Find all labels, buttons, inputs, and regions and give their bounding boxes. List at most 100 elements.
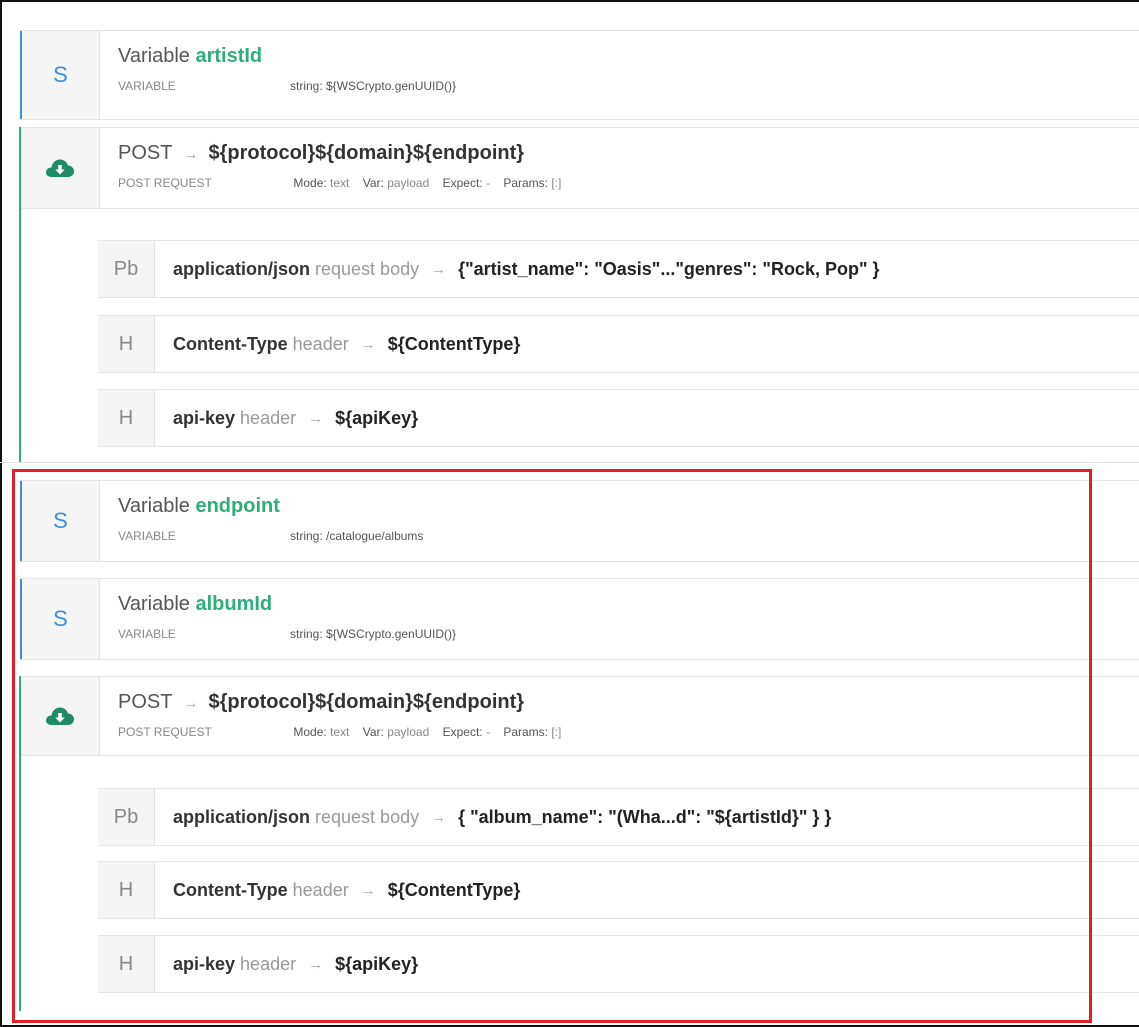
params-label: Params: xyxy=(503,725,548,739)
request-body-value: { "album_name": "(Wha...d": "${artistId}… xyxy=(458,806,832,827)
variable-badge: S xyxy=(20,31,100,119)
http-method: POST xyxy=(118,691,173,713)
variable-step-albumid[interactable]: S Variable albumId VARIABLE string: ${WSC… xyxy=(20,578,1139,660)
request-body-row[interactable]: Pb application/json request body → { "album… xyxy=(98,788,1139,846)
step-meta: POST REQUEST Mode: text Var: payload Exp… xyxy=(118,725,1139,739)
header-key: api-key xyxy=(173,953,236,974)
request-body-badge: Pb xyxy=(98,241,155,297)
child-type: request body xyxy=(315,806,420,827)
variable-value: string: /catalogue/albums xyxy=(290,529,424,543)
header-value: ${ContentType} xyxy=(387,333,521,354)
mode-label: Mode: xyxy=(293,176,327,190)
mode-label: Mode: xyxy=(293,725,327,739)
header-badge: H xyxy=(98,390,155,446)
variable-badge-letter: S xyxy=(53,62,68,87)
header-value: ${ContentType} xyxy=(387,879,521,900)
header-row-api-key[interactable]: H api-key header → ${apiKey} xyxy=(98,935,1139,993)
arrow-icon: → xyxy=(182,695,199,712)
arrow-icon: → xyxy=(182,146,199,163)
variable-step-artistid[interactable]: S Variable artistId VARIABLE string: ${WS… xyxy=(20,30,1139,120)
step-kind: VARIABLE xyxy=(118,529,176,543)
params-value: [:] xyxy=(551,725,562,739)
arrow-icon: → xyxy=(308,409,324,427)
expect-value: - xyxy=(485,176,490,190)
step-meta: VARIABLE string: /catalogue/albums xyxy=(118,529,1139,543)
post-badge xyxy=(20,128,100,208)
header-text: api-key header → ${apiKey} xyxy=(173,936,418,992)
child-type: header xyxy=(240,407,297,428)
header-row-content-type[interactable]: H Content-Type header → ${ContentType} xyxy=(98,315,1139,373)
var-label: Var: xyxy=(362,176,384,190)
var-label: Var: xyxy=(362,725,384,739)
post-step-accent xyxy=(19,676,21,1011)
var-value: payload xyxy=(387,176,430,190)
step-title: Variable albumId xyxy=(118,593,1139,616)
step-title: POST → ${protocol}${domain}${endpoint} xyxy=(118,691,1139,714)
header-row-content-type[interactable]: H Content-Type header → ${ContentType} xyxy=(98,861,1139,919)
arrow-icon: → xyxy=(360,335,376,353)
variable-label: Variable xyxy=(118,495,190,517)
step-kind: POST REQUEST xyxy=(118,725,212,739)
step-meta: VARIABLE string: ${WSCrypto.genUUID()} xyxy=(118,79,1139,93)
variable-label: Variable xyxy=(118,45,190,67)
child-type: header xyxy=(292,333,349,354)
cloud-download-icon xyxy=(45,159,74,177)
mode-value: text xyxy=(330,176,350,190)
child-type: header xyxy=(240,953,297,974)
var-field: Var: payload xyxy=(363,176,430,190)
cloud-download-icon xyxy=(45,707,74,725)
divider xyxy=(0,462,1139,463)
header-key: Content-Type xyxy=(173,879,288,900)
variable-badge: S xyxy=(20,481,100,561)
content-type-key: application/json xyxy=(173,806,311,827)
params-field: Params: [:] xyxy=(503,725,561,739)
step-kind: VARIABLE xyxy=(118,79,176,93)
step-title: Variable endpoint xyxy=(118,495,1139,518)
arrow-icon: → xyxy=(431,260,447,278)
var-field: Var: payload xyxy=(363,725,430,739)
header-text: Content-Type header → ${ContentType} xyxy=(173,862,520,918)
header-key: Content-Type xyxy=(173,333,288,354)
expect-value: - xyxy=(485,725,490,739)
header-row-api-key[interactable]: H api-key header → ${apiKey} xyxy=(98,389,1139,447)
variable-badge-letter: S xyxy=(53,508,68,533)
header-badge: H xyxy=(98,862,155,918)
request-body-text: application/json request body → { "album_na… xyxy=(173,789,831,845)
var-value: payload xyxy=(387,725,430,739)
step-title: POST → ${protocol}${domain}${endpoint} xyxy=(118,142,1139,165)
variable-name: albumId xyxy=(195,593,273,615)
header-text: api-key header → ${apiKey} xyxy=(173,390,418,446)
arrow-icon: → xyxy=(431,808,447,826)
post-badge xyxy=(20,677,100,755)
params-label: Params: xyxy=(503,176,548,190)
variable-badge: S xyxy=(20,579,100,659)
child-type: request body xyxy=(315,258,420,279)
variable-step-endpoint[interactable]: S Variable endpoint VARIABLE string: /cat… xyxy=(20,480,1139,562)
post-step-2[interactable]: POST → ${protocol}${domain}${endpoint} POS… xyxy=(20,676,1139,756)
post-step-1[interactable]: POST → ${protocol}${domain}${endpoint} POS… xyxy=(20,127,1139,209)
request-url: ${protocol}${domain}${endpoint} xyxy=(208,142,525,164)
arrow-icon: → xyxy=(308,955,324,973)
mode-field: Mode: text xyxy=(293,176,349,190)
request-body-row[interactable]: Pb application/json request body → {"artist… xyxy=(98,240,1139,298)
arrow-icon: → xyxy=(360,881,376,899)
header-badge: H xyxy=(98,936,155,992)
step-kind: VARIABLE xyxy=(118,627,176,641)
request-body-badge: Pb xyxy=(98,789,155,845)
child-type: header xyxy=(292,879,349,900)
http-method: POST xyxy=(118,142,173,164)
expect-label: Expect: xyxy=(442,725,483,739)
params-value: [:] xyxy=(551,176,562,190)
request-url: ${protocol}${domain}${endpoint} xyxy=(208,691,525,713)
expect-label: Expect: xyxy=(442,176,483,190)
mode-field: Mode: text xyxy=(293,725,349,739)
header-badge: H xyxy=(98,316,155,372)
header-text: Content-Type header → ${ContentType} xyxy=(173,316,520,372)
request-body-text: application/json request body → {"artist_na… xyxy=(173,241,880,297)
step-meta: POST REQUEST Mode: text Var: payload Exp… xyxy=(118,176,1139,190)
variable-badge-letter: S xyxy=(53,606,68,631)
step-title: Variable artistId xyxy=(118,45,1139,68)
step-kind: POST REQUEST xyxy=(118,176,212,190)
variable-name: artistId xyxy=(195,45,263,67)
mode-value: text xyxy=(330,725,350,739)
